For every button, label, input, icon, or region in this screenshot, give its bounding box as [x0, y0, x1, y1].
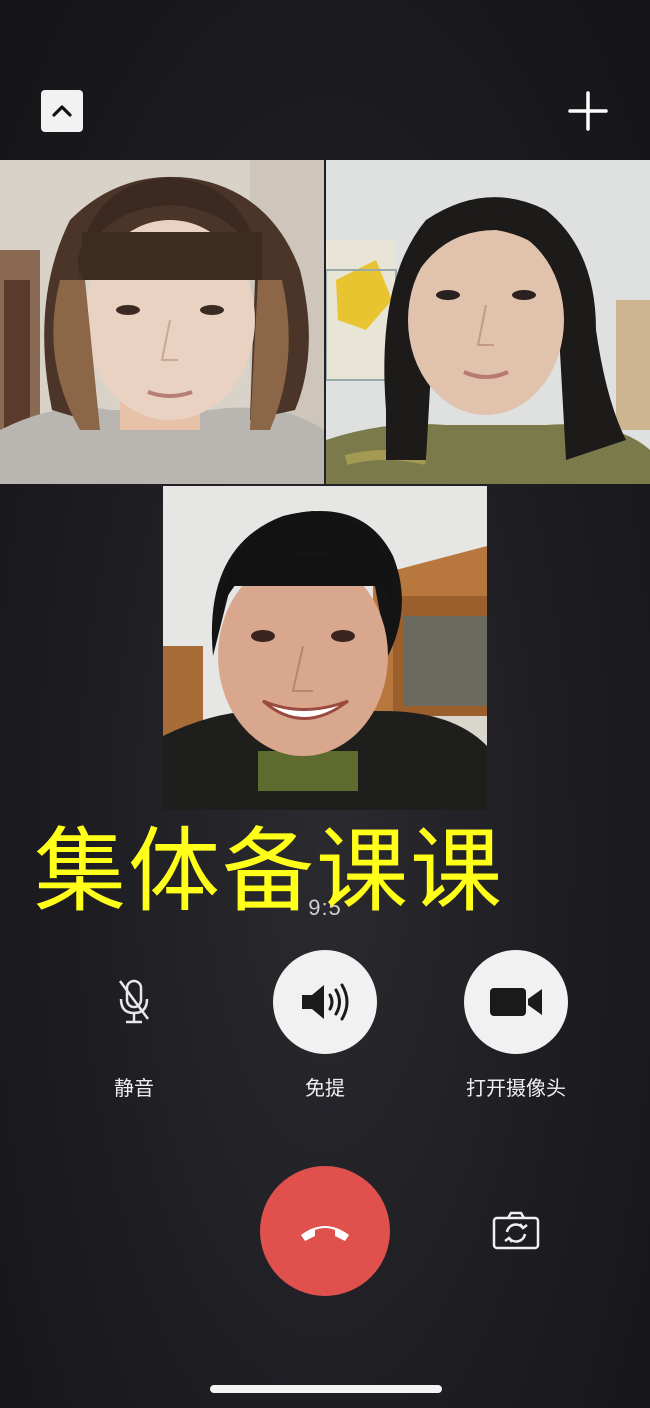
mute-circle[interactable]: [82, 950, 186, 1054]
plus-icon: [568, 91, 608, 131]
participant-video-1[interactable]: [0, 160, 324, 484]
switch-camera-icon: [492, 1211, 540, 1250]
phone-hangup-icon: [301, 1226, 349, 1241]
camera-toggle-button[interactable]: 打开摄像头: [441, 950, 591, 1101]
video-camera-icon: [490, 988, 542, 1016]
hangup-button[interactable]: [260, 1166, 390, 1296]
speaker-button[interactable]: 免提: [250, 950, 400, 1101]
collapse-button[interactable]: [41, 90, 83, 132]
chevron-up-icon: [52, 105, 72, 117]
camera-circle[interactable]: [464, 950, 568, 1054]
speaker-label: 免提: [305, 1076, 345, 1100]
add-participant-button[interactable]: [565, 88, 611, 134]
speaker-icon: [302, 983, 349, 1021]
mute-label: 静音: [114, 1076, 154, 1100]
mute-button[interactable]: 静音: [59, 950, 209, 1101]
microphone-off-icon: [118, 979, 150, 1024]
participant-video-2[interactable]: [326, 160, 650, 484]
home-indicator[interactable]: [210, 1385, 442, 1393]
switch-camera-button[interactable]: [490, 1208, 542, 1252]
overlay-caption: 集体备课课: [34, 818, 505, 925]
speaker-circle[interactable]: [273, 950, 377, 1054]
participant-video-3[interactable]: [163, 486, 487, 810]
camera-label: 打开摄像头: [466, 1076, 566, 1100]
